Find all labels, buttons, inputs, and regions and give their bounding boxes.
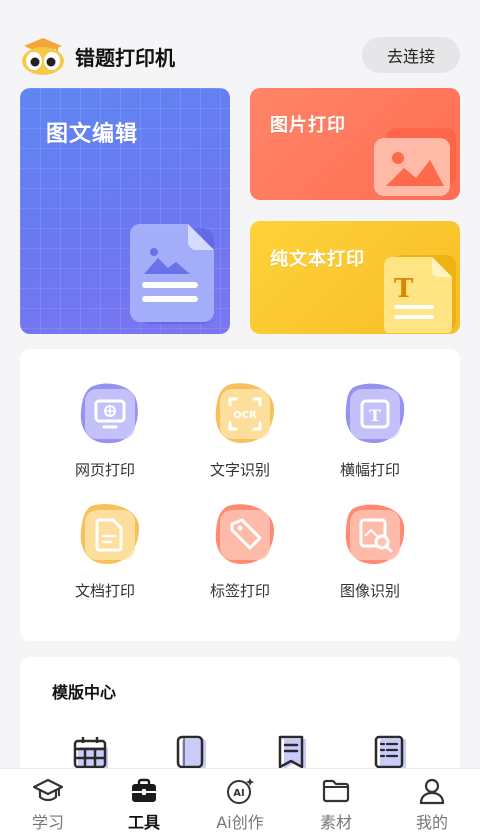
ai-sparkle-icon: AI [224,775,256,807]
bookmark-icon[interactable] [272,733,312,773]
svg-text:T: T [369,406,381,425]
template-center-title: 模版中心 [52,683,117,702]
app-title: 错题打印机 [75,46,175,70]
card-edit-title: 图文编辑 [46,122,139,147]
tab-label: 我的 [415,813,448,832]
tool-webpage-print[interactable]: 网页打印 [40,381,170,491]
owl-logo-icon [20,34,66,76]
app-header: 错题打印机 去连接 [0,0,480,84]
svg-text:OCR: OCR [233,410,257,421]
tool-label: 文档打印 [74,582,135,600]
tool-label: 标签打印 [209,582,270,600]
tool-label: 网页打印 [74,461,135,479]
tab-mine[interactable]: 我的 [384,769,480,832]
tab-ai-create[interactable]: AI Ai创作 [192,769,288,832]
tool-banner-print[interactable]: T 横幅打印 [305,381,435,491]
document-icon [77,502,143,568]
tool-ocr[interactable]: OCR 文字识别 [175,381,305,491]
graduation-cap-icon [32,775,64,807]
image-search-icon [342,502,408,568]
banner-text-icon: T [342,381,408,447]
picture-icon [372,126,458,200]
tab-tools[interactable]: 工具 [96,769,192,832]
card-picture-print[interactable]: 图片打印 [250,88,460,200]
tab-study[interactable]: 学习 [0,769,96,832]
tool-label: 文字识别 [209,461,270,479]
bottom-tab-bar: 学习 工具 AI Ai创作 素材 我的 [0,768,480,832]
tool-document-print[interactable]: 文档打印 [40,502,170,612]
card-photo-title: 图片打印 [270,115,346,136]
ocr-icon: OCR [212,381,278,447]
image-doc-icon [128,222,224,330]
card-plain-text-print[interactable]: 纯文本打印 T [250,221,460,334]
tool-label: 图像识别 [339,582,400,600]
tool-image-recognition[interactable]: 图像识别 [305,502,435,612]
tool-label: 横幅打印 [339,461,400,479]
card-text-title: 纯文本打印 [270,249,365,270]
notebook-icon[interactable] [172,733,212,773]
card-image-text-edit[interactable]: 图文编辑 [20,88,230,334]
svg-text:AI: AI [233,788,244,799]
webpage-icon [77,381,143,447]
connect-button[interactable]: 去连接 [362,37,460,73]
text-doc-icon: T [382,253,458,334]
calendar-icon[interactable] [72,733,112,773]
toolbox-icon [128,775,160,807]
tool-label-print[interactable]: 标签打印 [175,502,305,612]
tab-label: 素材 [319,813,352,832]
tab-label: 工具 [127,813,160,832]
svg-text:T: T [394,274,414,304]
tab-materials[interactable]: 素材 [288,769,384,832]
tab-label: 学习 [31,813,64,832]
tools-panel: 网页打印 OCR 文字识别 T 横幅打印 文档打印 标签打印 图像识别 [20,349,460,641]
tab-label: Ai创作 [216,813,264,832]
folder-icon [320,775,352,807]
list-icon[interactable] [370,733,410,773]
user-icon [416,775,448,807]
tag-icon [212,502,278,568]
